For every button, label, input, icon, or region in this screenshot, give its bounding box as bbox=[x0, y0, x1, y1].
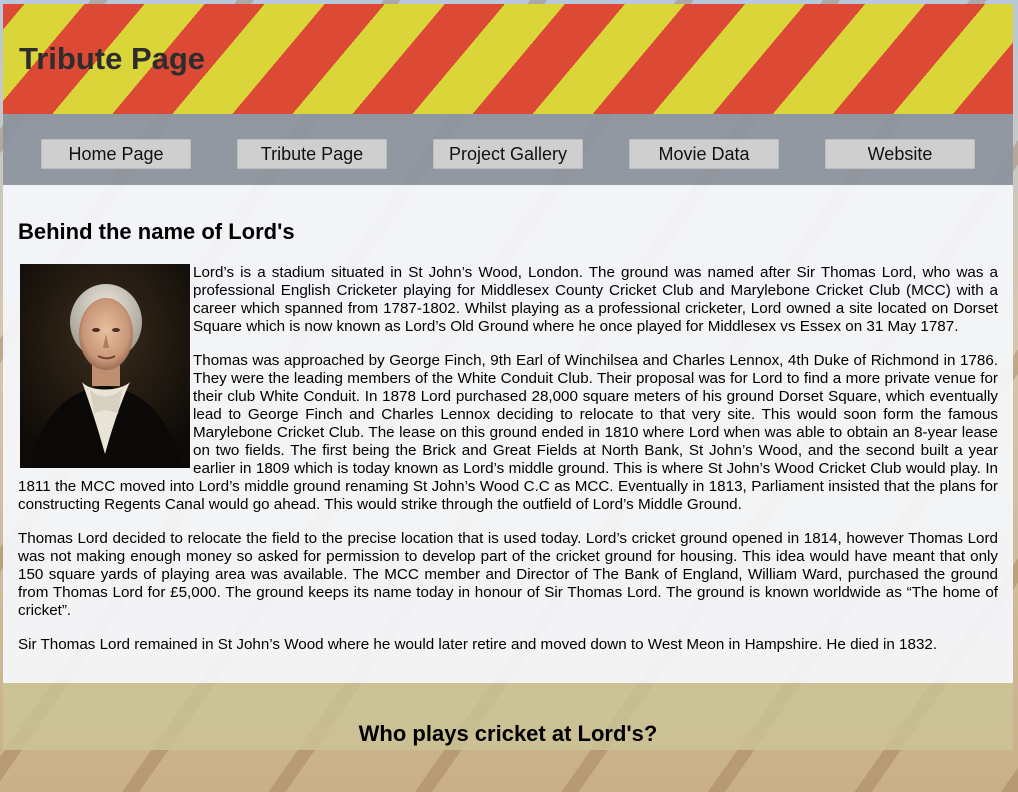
next-section-heading: Who plays cricket at Lord's? bbox=[358, 721, 658, 746]
nav-website-button[interactable]: Website bbox=[825, 139, 975, 169]
nav-home-button[interactable]: Home Page bbox=[41, 139, 191, 169]
section-heading: Behind the name of Lord's bbox=[18, 219, 295, 244]
page-container: Tribute Page Home Page Tribute Page Proj… bbox=[3, 4, 1013, 750]
page-header: Tribute Page bbox=[3, 4, 1013, 114]
thomas-lord-portrait bbox=[20, 264, 190, 468]
next-section: Who plays cricket at Lord's? bbox=[3, 683, 1013, 750]
nav-bar: Home Page Tribute Page Project Gallery M… bbox=[3, 114, 1013, 185]
main-content: Behind the name of Lord's Lord’s is a st… bbox=[3, 185, 1013, 683]
paragraph-4: Sir Thomas Lord remained in St John’s Wo… bbox=[18, 636, 938, 653]
nav-tribute-button[interactable]: Tribute Page bbox=[237, 139, 387, 169]
nav-movie-data-button[interactable]: Movie Data bbox=[629, 139, 779, 169]
nav-project-gallery-button[interactable]: Project Gallery bbox=[433, 139, 583, 169]
page-title: Tribute Page bbox=[19, 41, 206, 76]
paragraph-3: Thomas Lord decided to relocate the fiel… bbox=[18, 530, 998, 619]
